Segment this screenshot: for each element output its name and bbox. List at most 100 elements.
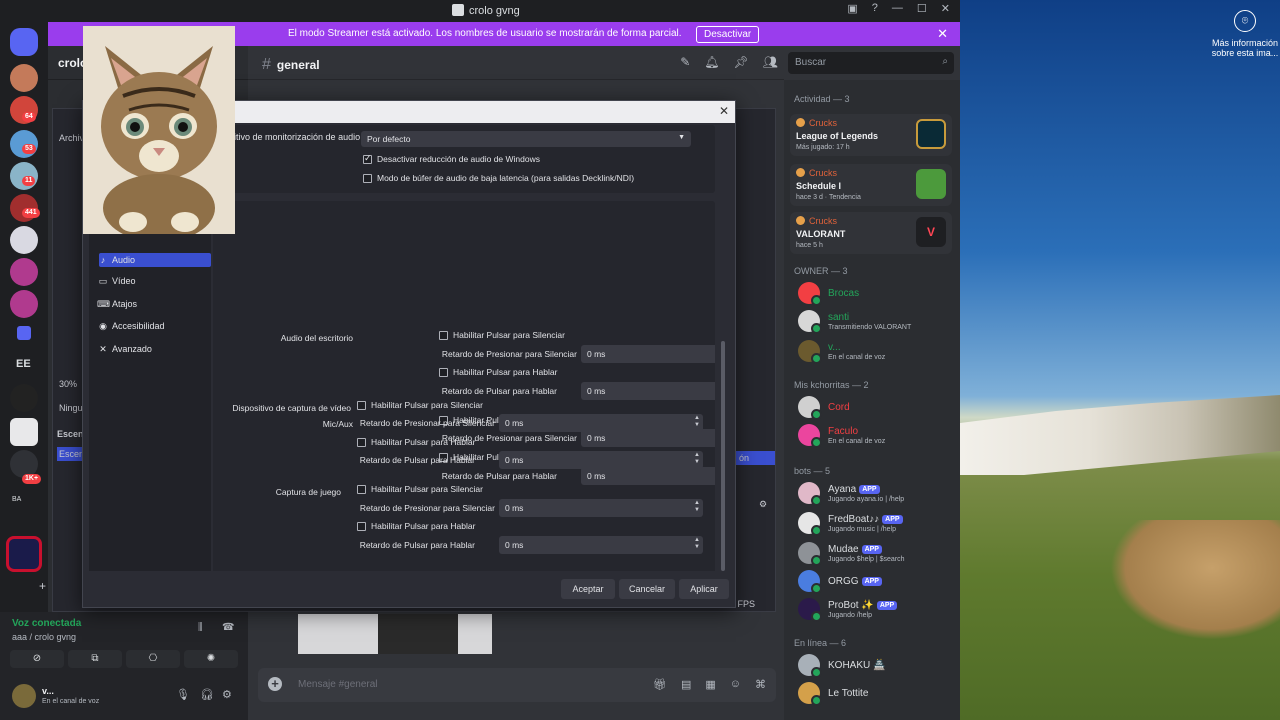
ducking-label[interactable]: Desactivar reducción de audio de Windows bbox=[377, 154, 540, 164]
server-icon-5[interactable] bbox=[10, 418, 38, 446]
nav-advanced[interactable]: ✕ Avanzado bbox=[97, 344, 152, 355]
stream-preview[interactable] bbox=[298, 614, 492, 654]
voice-panel: Voz conectada aaa / crolo gvng ⫼ ☎ ⊘ ⧉ ⎔… bbox=[0, 612, 248, 720]
noise-icon[interactable]: ⫼ bbox=[198, 622, 203, 633]
nav-hotkeys[interactable]: ⌨ Atajos bbox=[97, 299, 137, 310]
member-item[interactable]: Ayana APP Jugando ayana.io | /help bbox=[798, 482, 958, 506]
member-item[interactable]: Brocas bbox=[798, 282, 958, 306]
mic-icon[interactable]: 🎙︎ bbox=[176, 688, 190, 701]
obs-add-icon[interactable]: + bbox=[39, 579, 46, 593]
add-attachment-icon[interactable]: + bbox=[268, 677, 282, 691]
nav-accessibility[interactable]: ◉ Accesibilidad bbox=[97, 321, 164, 332]
emoji-icon[interactable]: ☺ bbox=[730, 678, 741, 691]
nav-video[interactable]: ▭ Vídeo bbox=[97, 276, 136, 287]
lowlat-checkbox[interactable] bbox=[363, 174, 372, 183]
screen-share-button[interactable]: ⧉ bbox=[68, 650, 122, 668]
dm-avatar-1[interactable] bbox=[10, 64, 38, 92]
talk-checkbox[interactable] bbox=[439, 368, 448, 377]
activity-button[interactable]: ⎔ bbox=[126, 650, 180, 668]
pin-icon[interactable]: 📌︎ bbox=[734, 55, 749, 69]
members-icon[interactable]: 👥︎ bbox=[763, 55, 778, 69]
gift-icon[interactable]: 🎁︎ bbox=[653, 678, 667, 691]
message-composer[interactable]: + Mensaje #general 🎁︎ ▤ ▦ ☺ ⌘ bbox=[258, 668, 776, 702]
server-ba[interactable]: BA bbox=[12, 496, 21, 503]
mute-checkbox[interactable] bbox=[357, 485, 366, 494]
mute-delay-spinbox[interactable]: 0 ms▲▼ bbox=[581, 345, 715, 363]
member-item[interactable]: ProBot ✨ APP Jugando /help bbox=[798, 598, 958, 622]
member-item[interactable]: ORGG APP bbox=[798, 570, 958, 594]
wallpaper-info[interactable]: ⌾ Más información sobre esta ima... bbox=[1210, 10, 1280, 58]
close-banner-icon[interactable]: ✕ bbox=[937, 26, 948, 42]
talk-delay-spinbox[interactable]: 0 ms▲▼ bbox=[581, 382, 715, 400]
mute-checkbox[interactable] bbox=[357, 401, 366, 410]
spin-arrows-icon[interactable]: ▲ ▼ bbox=[694, 452, 700, 466]
server-icon-active[interactable] bbox=[6, 536, 42, 572]
member-item[interactable]: Le Tottite bbox=[798, 682, 958, 706]
maximize-icon[interactable]: ☐ bbox=[917, 2, 927, 15]
member-item[interactable]: Faculo En el canal de voz bbox=[798, 424, 958, 448]
lowlat-label[interactable]: Modo de búfer de audio de baja latencia … bbox=[377, 173, 634, 183]
minimize-icon[interactable]: — bbox=[892, 2, 903, 15]
mute-delay-spinbox[interactable]: 0 ms▲▼ bbox=[499, 414, 703, 432]
obs-gear-icon[interactable]: ⚙ bbox=[759, 499, 767, 510]
member-item[interactable]: Cord bbox=[798, 396, 958, 420]
apply-button[interactable]: Aplicar bbox=[679, 579, 729, 599]
member-item[interactable]: santi Transmitiendo VALORANT bbox=[798, 310, 958, 334]
obs-scene-item[interactable]: Escen... bbox=[57, 447, 92, 461]
apps-icon[interactable]: ⌘ bbox=[755, 678, 766, 691]
ok-button[interactable]: Aceptar bbox=[561, 579, 615, 599]
member-item[interactable]: Mudae APP Jugando $help | $search bbox=[798, 542, 958, 566]
mute-label[interactable]: Habilitar Pulsar para Silenciar bbox=[371, 400, 483, 410]
activity-card[interactable]: Crucks Schedule I hace 3 d · Tendencia bbox=[790, 164, 952, 206]
server-ee[interactable]: EE bbox=[16, 358, 31, 370]
talk-label[interactable]: Habilitar Pulsar para Hablar bbox=[371, 437, 475, 447]
bell-icon[interactable]: 🔔︎ bbox=[704, 55, 719, 69]
talk-checkbox[interactable] bbox=[357, 522, 366, 531]
spin-arrows-icon[interactable]: ▲ ▼ bbox=[694, 415, 700, 429]
member-item[interactable]: v... En el canal de voz bbox=[798, 340, 958, 364]
mute-label[interactable]: Habilitar Pulsar para Silenciar bbox=[453, 330, 565, 340]
voice-channel[interactable]: aaa / crolo gvng bbox=[12, 632, 76, 642]
inbox-icon[interactable]: ▣ bbox=[847, 2, 857, 15]
activity-card[interactable]: Crucks League of Legends Más jugado: 17 … bbox=[790, 114, 952, 156]
close-icon[interactable]: ✕ bbox=[941, 2, 950, 15]
talk-checkbox[interactable] bbox=[357, 438, 366, 447]
activity-card[interactable]: Crucks VALORANT hace 5 h V bbox=[790, 212, 952, 254]
soundboard-button[interactable]: ✺ bbox=[184, 650, 238, 668]
cancel-button[interactable]: Cancelar bbox=[619, 579, 675, 599]
spin-arrows-icon[interactable]: ▲ ▼ bbox=[694, 500, 700, 514]
server-icon-4[interactable] bbox=[10, 384, 38, 412]
disconnect-icon[interactable]: ☎ bbox=[222, 622, 234, 633]
discord-home-icon[interactable] bbox=[10, 28, 38, 56]
threads-icon[interactable]: ✎ bbox=[680, 55, 690, 69]
settings-icon[interactable]: ⚙ bbox=[222, 688, 232, 701]
talk-delay-spinbox[interactable]: 0 ms▲▼ bbox=[499, 536, 703, 554]
member-item[interactable]: FredBoat♪♪ APP Jugando music | /help bbox=[798, 512, 958, 536]
talk-label[interactable]: Habilitar Pulsar para Hablar bbox=[371, 521, 475, 531]
camera-off-button[interactable]: ⊘ bbox=[10, 650, 64, 668]
ducking-checkbox[interactable] bbox=[363, 153, 372, 164]
headphones-icon[interactable]: 🎧︎ bbox=[200, 688, 214, 701]
nav-audio[interactable]: ♪ Audio bbox=[97, 255, 135, 265]
server-icon-3[interactable] bbox=[10, 290, 38, 318]
sticker-icon[interactable]: ▦ bbox=[705, 678, 715, 691]
close-icon[interactable]: ✕ bbox=[719, 104, 729, 118]
server-icon-2[interactable] bbox=[10, 258, 38, 286]
deactivate-button[interactable]: Desactivar bbox=[696, 26, 760, 43]
talk-delay-spinbox[interactable]: 0 ms▲▼ bbox=[499, 451, 703, 469]
mute-checkbox[interactable] bbox=[439, 331, 448, 340]
talk-label[interactable]: Habilitar Pulsar para Hablar bbox=[453, 367, 557, 377]
folder-icon[interactable] bbox=[17, 326, 31, 340]
gif-icon[interactable]: ▤ bbox=[681, 678, 691, 691]
member-item[interactable]: KOHAKU 🏯 bbox=[798, 654, 958, 678]
mute-delay-spinbox[interactable]: 0 ms▲▼ bbox=[499, 499, 703, 517]
talk-delay-spinbox[interactable]: 0 ms▲▼ bbox=[581, 467, 715, 485]
mute-label[interactable]: Habilitar Pulsar para Silenciar bbox=[371, 484, 483, 494]
help-icon[interactable]: ? bbox=[872, 2, 878, 15]
spin-arrows-icon[interactable]: ▲ ▼ bbox=[694, 537, 700, 551]
monitor-device-select[interactable]: Por defecto ▼ bbox=[361, 131, 691, 147]
pane-scrollbar[interactable] bbox=[721, 341, 725, 571]
search-input[interactable]: Buscar ⌕ bbox=[788, 52, 954, 74]
server-icon-1[interactable] bbox=[10, 226, 38, 254]
obs-control-button[interactable]: ón bbox=[735, 451, 775, 465]
